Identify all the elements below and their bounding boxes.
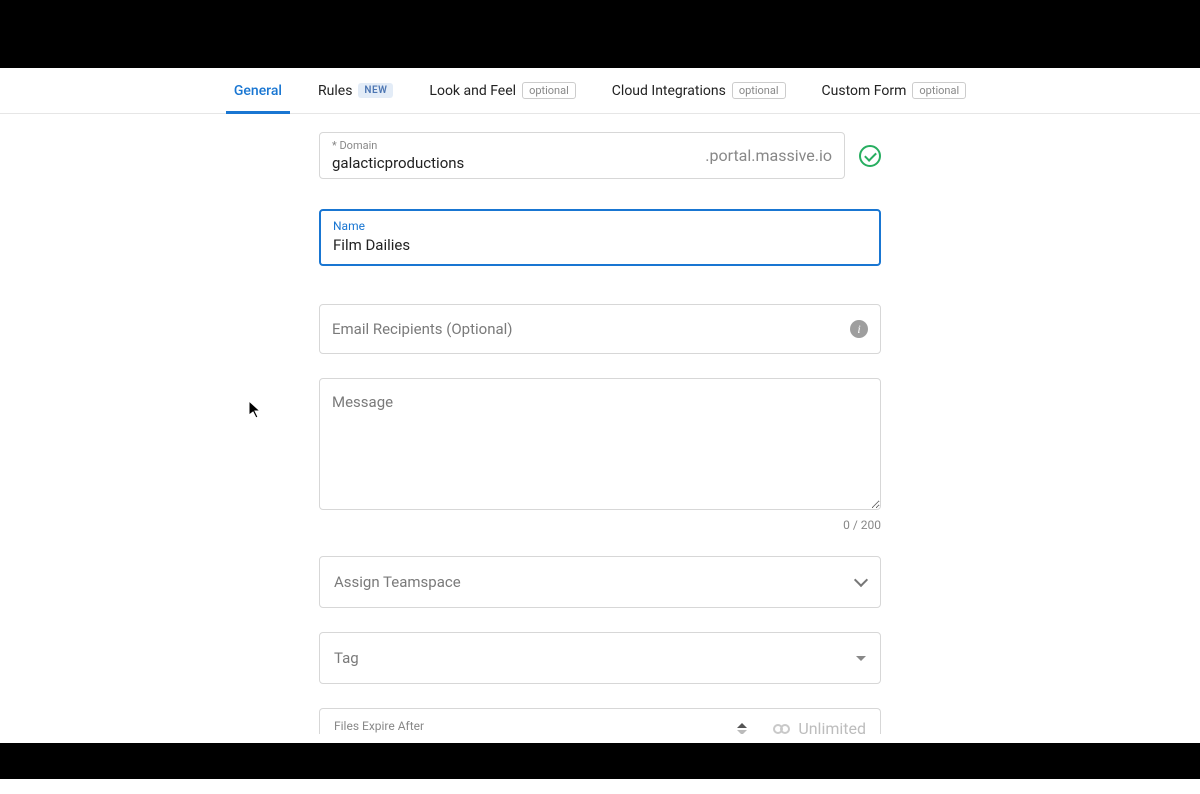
domain-value: galacticproductions: [332, 154, 464, 172]
optional-badge: optional: [912, 82, 966, 99]
name-label: Name: [333, 219, 867, 233]
tab-bar: General Rules NEW Look and Feel optional…: [0, 68, 1200, 114]
teamspace-placeholder: Assign Teamspace: [334, 573, 461, 591]
infinity-icon: [773, 724, 790, 734]
name-input[interactable]: [333, 236, 867, 254]
email-recipients-field[interactable]: Email Recipients (Optional) i: [319, 304, 881, 354]
email-recipients-placeholder: Email Recipients (Optional): [332, 320, 513, 338]
new-badge: NEW: [358, 83, 393, 98]
caret-down-icon: [856, 656, 866, 661]
tab-custom-form[interactable]: Custom Form optional: [820, 82, 969, 113]
content-area: General Rules NEW Look and Feel optional…: [0, 68, 1200, 794]
tab-label: Custom Form: [822, 83, 907, 99]
files-expire-right: Unlimited: [737, 719, 866, 734]
stepper-down-icon[interactable]: [737, 730, 747, 735]
domain-suffix: .portal.massive.io: [705, 146, 832, 165]
files-expire-label: Files Expire After: [334, 719, 424, 733]
message-textarea[interactable]: [319, 378, 881, 510]
tab-label: Look and Feel: [429, 83, 516, 99]
tab-look-and-feel[interactable]: Look and Feel optional: [427, 82, 577, 113]
tag-select[interactable]: Tag: [319, 632, 881, 684]
top-bar: [0, 0, 1200, 68]
files-expire-field[interactable]: Files Expire After Unlimited: [319, 708, 881, 734]
stepper-up-icon[interactable]: [737, 723, 747, 728]
tab-label: General: [234, 83, 282, 99]
tag-placeholder: Tag: [334, 649, 359, 667]
name-field[interactable]: Name: [319, 209, 881, 266]
form-area: * Domain galacticproductions .portal.mas…: [319, 114, 881, 794]
files-expire-value: Unlimited: [798, 719, 866, 734]
domain-field[interactable]: * Domain galacticproductions .portal.mas…: [319, 132, 845, 179]
tab-general[interactable]: General: [232, 82, 284, 113]
check-circle-icon: [859, 145, 881, 167]
assign-teamspace-select[interactable]: Assign Teamspace: [319, 556, 881, 608]
number-stepper[interactable]: [737, 723, 747, 735]
message-char-count: 0 / 200: [319, 518, 881, 532]
optional-badge: optional: [522, 82, 576, 99]
domain-label: * Domain: [332, 139, 464, 152]
tab-cloud-integrations[interactable]: Cloud Integrations optional: [610, 82, 788, 113]
tab-label: Cloud Integrations: [612, 83, 726, 99]
bottom-bar: [0, 743, 1200, 779]
domain-row: * Domain galacticproductions .portal.mas…: [319, 132, 881, 179]
tab-label: Rules: [318, 83, 352, 99]
message-field-wrap: [319, 378, 881, 514]
tab-rules[interactable]: Rules NEW: [316, 82, 395, 113]
info-icon[interactable]: i: [850, 320, 868, 338]
optional-badge: optional: [732, 82, 786, 99]
chevron-down-icon: [854, 573, 868, 587]
